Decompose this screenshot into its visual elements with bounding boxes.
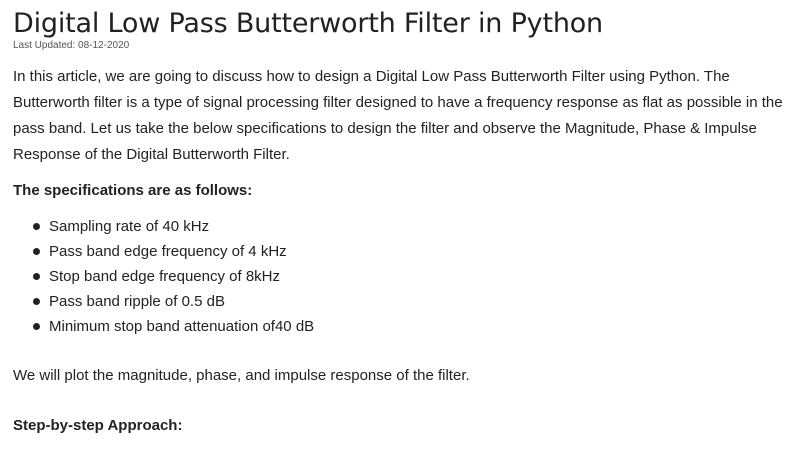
bullet-icon [33, 323, 40, 330]
spec-item-stop-band-edge: Stop band edge frequency of 8kHz [33, 264, 788, 289]
spec-item-pass-band-edge: Pass band edge frequency of 4 kHz [33, 239, 788, 264]
page-title: Digital Low Pass Butterworth Filter in P… [13, 8, 603, 39]
spec-item-label: Stop band edge frequency of 8kHz [49, 268, 280, 285]
bullet-icon [33, 298, 40, 305]
step-by-step-heading: Step-by-step Approach: [13, 417, 183, 434]
plot-description-paragraph: We will plot the magnitude, phase, and i… [13, 367, 470, 384]
spec-item-sampling-rate: Sampling rate of 40 kHz [33, 214, 788, 239]
specifications-heading: The specifications are as follows: [13, 182, 253, 199]
bullet-icon [33, 223, 40, 230]
bullet-icon [33, 248, 40, 255]
spec-item-label: Minimum stop band attenuation of40 dB [49, 318, 315, 335]
article: Digital Low Pass Butterworth Filter in P… [13, 6, 788, 437]
spec-item-label: Pass band ripple of 0.5 dB [49, 293, 225, 310]
spec-item-label: Pass band edge frequency of 4 kHz [49, 243, 287, 260]
spec-item-stop-band-attenuation: Minimum stop band attenuation of40 dB [33, 314, 788, 339]
bullet-icon [33, 273, 40, 280]
intro-paragraph: In this article, we are going to discuss… [13, 68, 783, 163]
spec-item-pass-band-ripple: Pass band ripple of 0.5 dB [33, 289, 788, 314]
specifications-list: Sampling rate of 40 kHz Pass band edge f… [13, 214, 788, 339]
spec-item-label: Sampling rate of 40 kHz [49, 218, 210, 235]
